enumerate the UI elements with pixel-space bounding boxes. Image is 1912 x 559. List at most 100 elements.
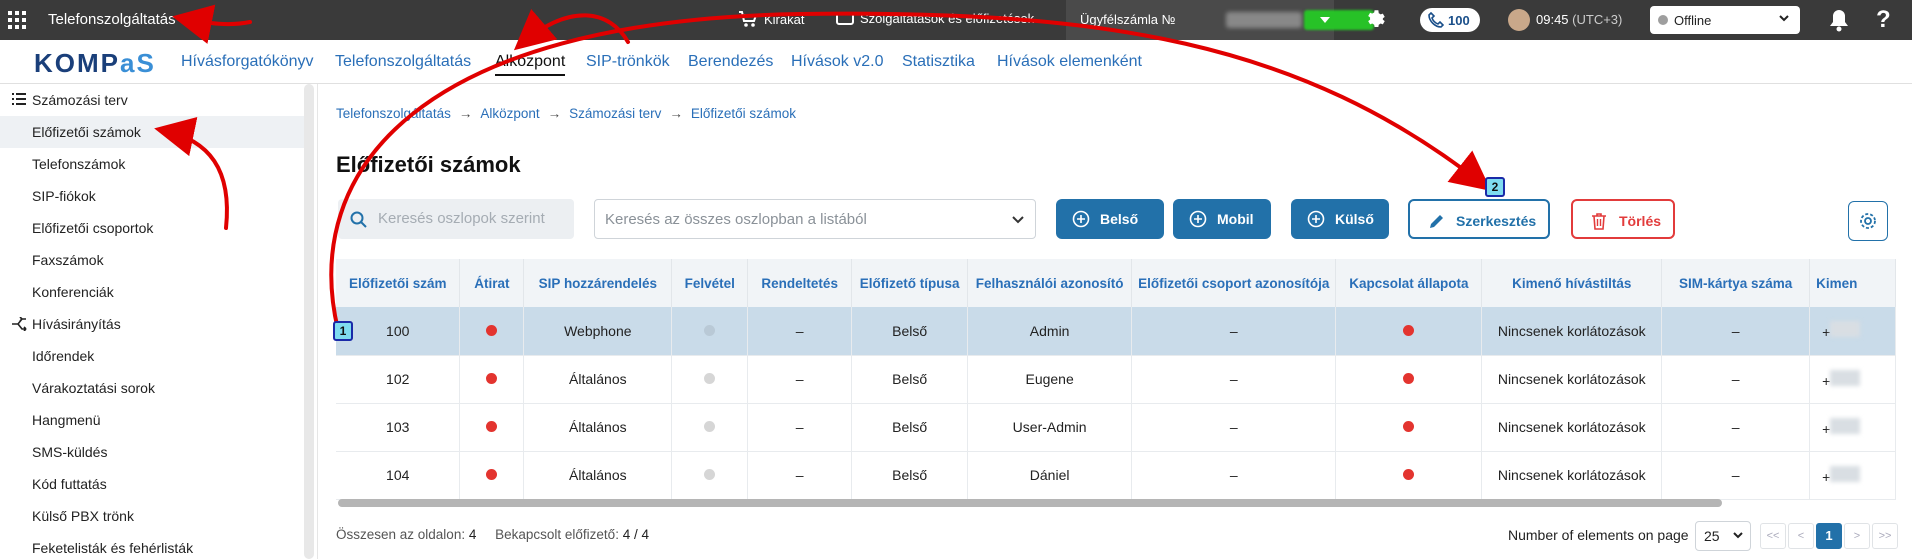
col-header-outgoing[interactable]: Kimen <box>1809 259 1896 307</box>
col-header-type[interactable]: Előfizető típusa <box>851 259 969 307</box>
sidebar-scrollbar[interactable] <box>304 84 314 559</box>
nav-pbx[interactable]: Alközpont <box>495 53 566 76</box>
nav-scenario[interactable]: Hívásforgatókönyv <box>181 53 314 71</box>
table-settings-button[interactable] <box>1848 201 1888 241</box>
sidebar-item-sms[interactable]: SMS-küldés <box>0 436 304 468</box>
avatar[interactable] <box>1508 9 1530 31</box>
breadcrumb-subscriber-numbers[interactable]: Előfizetői számok <box>691 106 796 121</box>
col-header-number[interactable]: Előfizetői szám <box>336 259 461 307</box>
apps-grid-icon[interactable] <box>8 11 26 29</box>
gear-icon[interactable] <box>1365 8 1389 32</box>
nav-calls-v2[interactable]: Hívások v2.0 <box>791 53 883 71</box>
col-header-sip[interactable]: SIP hozzárendelés <box>523 259 673 307</box>
sidebar-item-blacklists[interactable]: Feketelisták és fehérlisták <box>0 532 304 559</box>
pager-page-button[interactable]: 1 <box>1816 523 1842 549</box>
col-header-connection[interactable]: Kapcsolat állapota <box>1335 259 1483 307</box>
nav-statistics[interactable]: Statisztika <box>902 53 975 71</box>
sidebar-item-sip-accounts[interactable]: SIP-fiókok <box>0 180 304 212</box>
showcase-link[interactable]: Kirakat <box>738 10 804 28</box>
per-page-select[interactable]: 25 <box>1695 521 1751 551</box>
add-external-label: Külső <box>1335 211 1374 227</box>
add-mobile-button[interactable]: Mobil <box>1173 199 1271 239</box>
col-header-sim[interactable]: SIM-kártya száma <box>1661 259 1811 307</box>
sidebar-item-numbering-plan[interactable]: Számozási terv <box>0 84 304 116</box>
pager-prev-button[interactable]: < <box>1788 523 1814 549</box>
sidebar-item-call-routing[interactable]: Hívásirányítás <box>0 308 304 340</box>
table-row[interactable]: 100 Webphone – Belső Admin – Nincsenek k… <box>336 307 1896 356</box>
cell-transcript <box>459 355 525 404</box>
breadcrumb-pbx[interactable]: Alközpont <box>480 106 539 121</box>
col-header-group-id[interactable]: Előfizetői csoport azonosítója <box>1131 259 1337 307</box>
sidebar-item-subscriber-groups[interactable]: Előfizetői csoportok <box>0 212 304 244</box>
sidebar-item-schedules[interactable]: Időrendek <box>0 340 304 372</box>
global-search-select[interactable]: Keresés az összes oszlopban a listából <box>594 199 1036 239</box>
table-row[interactable]: 102 Általános – Belső Eugene – Nincsenek… <box>336 355 1896 404</box>
pager-first-button[interactable]: << <box>1760 523 1786 549</box>
status-dot <box>1658 15 1668 25</box>
arrow-right-icon: → <box>458 106 473 121</box>
cell-number: 104 <box>336 451 461 500</box>
breadcrumb-telephony[interactable]: Telefonszolgáltatás <box>336 106 451 121</box>
account-selector[interactable]: Ügyfélszámla № <box>1066 0 1374 40</box>
col-header-user-id[interactable]: Felhasználói azonosító <box>967 259 1133 307</box>
table-horizontal-scrollbar[interactable] <box>338 499 1722 507</box>
search-icon <box>350 211 367 228</box>
cell-user: Dániel <box>967 451 1133 500</box>
edit-button[interactable]: Szerkesztés <box>1408 199 1550 239</box>
sidebar-item-code-exec[interactable]: Kód futtatás <box>0 468 304 500</box>
cell-transcript <box>459 403 525 452</box>
logo-main: KOMP <box>34 48 120 78</box>
sidebar: Számozási terv Előfizetői számok Telefon… <box>0 84 318 559</box>
cell-connection <box>1335 307 1483 356</box>
sidebar-item-conferences[interactable]: Konferenciák <box>0 276 304 308</box>
nav-calls-by-element[interactable]: Hívások elemenként <box>997 53 1142 71</box>
cell-recording <box>671 307 749 356</box>
col-header-restriction[interactable]: Kimenő hívástiltás <box>1481 259 1663 307</box>
status-dot-grey <box>704 373 716 384</box>
sidebar-item-ivr[interactable]: Hangmenü <box>0 404 304 436</box>
sidebar-item-queues[interactable]: Várakoztatási sorok <box>0 372 304 404</box>
app-title[interactable]: Telefonszolgáltatás <box>48 11 176 28</box>
per-page-label: Number of elements on page <box>1508 527 1689 543</box>
sidebar-item-subscriber-numbers[interactable]: Előfizetői számok <box>0 116 304 148</box>
col-header-recording[interactable]: Felvétel <box>671 259 749 307</box>
table-row[interactable]: 104 Általános – Belső Dániel – Nincsenek… <box>336 451 1896 500</box>
sidebar-item-external-pbx[interactable]: Külső PBX trönk <box>0 500 304 532</box>
status-dot-grey <box>704 469 716 480</box>
cell-transcript <box>459 307 525 356</box>
add-external-button[interactable]: Külső <box>1291 199 1389 239</box>
sidebar-item-fax-numbers[interactable]: Faxszámok <box>0 244 304 276</box>
cell-purpose: – <box>747 403 853 452</box>
services-link[interactable]: Szolgáltatások és előfizetések <box>836 10 1056 26</box>
cell-restriction: Nincsenek korlátozások <box>1481 451 1663 500</box>
sidebar-item-label: Külső PBX trönk <box>32 508 134 524</box>
cell-sim: – <box>1661 451 1811 500</box>
status-select[interactable]: Offline <box>1650 6 1800 34</box>
bell-icon[interactable] <box>1828 8 1850 32</box>
col-header-transcript[interactable]: Átirat <box>459 259 525 307</box>
services-label: Szolgáltatások és előfizetések <box>860 11 1035 26</box>
breadcrumb-numbering-plan[interactable]: Számozási terv <box>569 106 661 121</box>
account-balance-redacted <box>1304 10 1374 30</box>
clock-time: 09:45 <box>1536 12 1569 27</box>
logo[interactable]: KOMPaS <box>34 48 156 79</box>
help-icon[interactable]: ? <box>1876 6 1891 34</box>
cell-recording <box>671 403 749 452</box>
sidebar-item-phone-numbers[interactable]: Telefonszámok <box>0 148 304 180</box>
active-calls-counter[interactable]: 100 <box>1420 8 1480 32</box>
nav-sip-trunks[interactable]: SIP-trönkök <box>586 53 670 71</box>
status-dot-red <box>1403 469 1415 480</box>
nav-equipment[interactable]: Berendezés <box>688 53 773 71</box>
column-search-input[interactable]: Keresés oszlopok szerint <box>338 199 574 239</box>
col-header-purpose[interactable]: Rendeltetés <box>747 259 853 307</box>
routing-icon <box>12 317 27 331</box>
pager-last-button[interactable]: >> <box>1872 523 1898 549</box>
cell-recording <box>671 355 749 404</box>
delete-button[interactable]: Törlés <box>1571 199 1675 239</box>
nav-telephony[interactable]: Telefonszolgáltatás <box>335 53 471 71</box>
table-row[interactable]: 103 Általános – Belső User-Admin – Nincs… <box>336 403 1896 452</box>
add-internal-button[interactable]: Belső <box>1056 199 1164 239</box>
pager-next-button[interactable]: > <box>1844 523 1870 549</box>
status-dot-red <box>486 373 498 384</box>
logo-tail: aS <box>120 48 156 78</box>
